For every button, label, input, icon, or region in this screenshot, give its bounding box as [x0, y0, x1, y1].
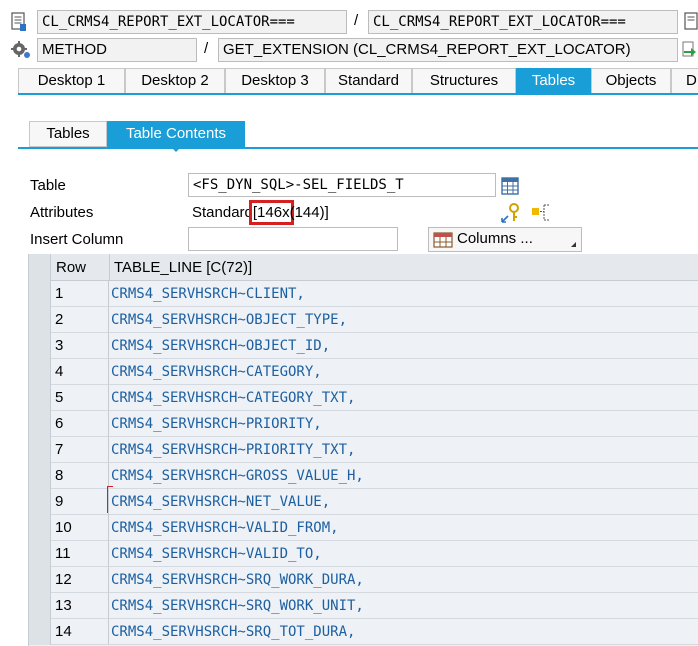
- table-row-value[interactable]: CRMS4_SERVHSRCH~OBJECT_TYPE,: [109, 307, 698, 333]
- table-row-value[interactable]: CRMS4_SERVHSRCH~SRQ_WORK_UNIT,: [109, 593, 698, 619]
- table-row-value[interactable]: CRMS4_SERVHSRCH~VALID_TO,: [109, 541, 698, 567]
- row-selector[interactable]: [29, 307, 51, 333]
- subtab-underline: [18, 147, 698, 149]
- subtab-table-contents[interactable]: Table Contents: [107, 121, 245, 147]
- row-selector[interactable]: [29, 567, 51, 593]
- tab-desktop-2[interactable]: Desktop 2: [125, 68, 225, 94]
- tab-desktop-3[interactable]: Desktop 3: [225, 68, 325, 94]
- method-field[interactable]: GET_EXTENSION (CL_CRMS4_REPORT_EXT_LOCAT…: [218, 38, 678, 62]
- object-field-1[interactable]: CL_CRMS4_REPORT_EXT_LOCATOR===: [37, 10, 347, 34]
- columns-button[interactable]: Columns ...: [428, 227, 582, 252]
- attributes-label: Attributes: [30, 204, 94, 221]
- header-table-line[interactable]: TABLE_LINE [C(72)]: [114, 254, 252, 281]
- table-row-value[interactable]: CRMS4_SERVHSRCH~PRIORITY_TXT,: [109, 437, 698, 463]
- header-divider: [109, 254, 110, 281]
- gear-icon[interactable]: [10, 40, 32, 60]
- row-selector[interactable]: [29, 281, 51, 307]
- table-name-field[interactable]: <FS_DYN_SQL>-SEL_FIELDS_T: [188, 173, 496, 197]
- table-row-number[interactable]: 11: [51, 541, 109, 567]
- table-view-icon[interactable]: [501, 177, 519, 195]
- row-selector[interactable]: [29, 359, 51, 385]
- table-row-value[interactable]: CRMS4_SERVHSRCH~NET_VALUE,: [109, 489, 698, 515]
- row-selector[interactable]: [29, 463, 51, 489]
- table-row-value[interactable]: CRMS4_SERVHSRCH~GROSS_VALUE_H,: [109, 463, 698, 489]
- table-row-number[interactable]: 10: [51, 515, 109, 541]
- tab-standard[interactable]: Standard: [325, 68, 412, 94]
- dropdown-triangle-icon: [571, 242, 576, 247]
- row-selector[interactable]: [29, 437, 51, 463]
- document-icon[interactable]: [11, 12, 27, 32]
- row-selector[interactable]: [29, 385, 51, 411]
- columns-button-label: Columns ...: [457, 230, 533, 247]
- tab-structures[interactable]: Structures: [412, 68, 516, 94]
- table-row-number[interactable]: 1: [51, 281, 109, 307]
- header-select-all[interactable]: [29, 254, 51, 281]
- row-selector[interactable]: [29, 619, 51, 645]
- header-row[interactable]: Row: [56, 254, 86, 281]
- table-row-value[interactable]: CRMS4_SERVHSRCH~OBJECT_ID,: [109, 333, 698, 359]
- table-row-number[interactable]: 3: [51, 333, 109, 359]
- row-selector[interactable]: [29, 489, 51, 515]
- attributes-highlight: [146x: [248, 200, 294, 225]
- tab-objects[interactable]: Objects: [591, 68, 671, 94]
- attributes-suffix: (144)]: [289, 204, 329, 221]
- tab-desktop-1[interactable]: Desktop 1: [18, 68, 125, 94]
- subtab-tables[interactable]: Tables: [29, 121, 107, 147]
- table-label: Table: [30, 177, 66, 194]
- tab-tables[interactable]: Tables: [516, 68, 591, 94]
- table-row-number[interactable]: 2: [51, 307, 109, 333]
- table-row-value[interactable]: CRMS4_SERVHSRCH~CLIENT,: [109, 281, 698, 307]
- tab-underline: [18, 93, 698, 95]
- table-contents-grid: Row TABLE_LINE [C(72)] 1 CRMS4_SERVHSRCH~…: [28, 254, 698, 646]
- active-subtab-pointer: [170, 146, 182, 152]
- table-row-number[interactable]: 9: [51, 489, 109, 515]
- row-selector[interactable]: [29, 411, 51, 437]
- table-row-number[interactable]: 6: [51, 411, 109, 437]
- table-row-number[interactable]: 5: [51, 385, 109, 411]
- row-selector[interactable]: [29, 541, 51, 567]
- table-row-value[interactable]: CRMS4_SERVHSRCH~SRQ_TOT_DURA,: [109, 619, 698, 645]
- insert-column-label: Insert Column: [30, 231, 124, 248]
- type-field[interactable]: METHOD: [37, 38, 197, 62]
- columns-icon: [433, 232, 453, 248]
- attributes-value: Standard[146x(144)]: [192, 200, 329, 225]
- table-row-value[interactable]: CRMS4_SERVHSRCH~VALID_FROM,: [109, 515, 698, 541]
- separator-slash-1: /: [354, 12, 359, 29]
- table-row-value[interactable]: CRMS4_SERVHSRCH~PRIORITY,: [109, 411, 698, 437]
- row-selector[interactable]: [29, 515, 51, 541]
- row-selector[interactable]: [29, 593, 51, 619]
- table-row-value[interactable]: CRMS4_SERVHSRCH~CATEGORY,: [109, 359, 698, 385]
- key-icon[interactable]: [500, 202, 522, 224]
- attributes-prefix: Standard: [192, 204, 253, 221]
- separator-slash-2: /: [204, 40, 209, 57]
- table-row-number[interactable]: 4: [51, 359, 109, 385]
- table-row-value[interactable]: CRMS4_SERVHSRCH~CATEGORY_TXT,: [109, 385, 698, 411]
- table-row-number[interactable]: 8: [51, 463, 109, 489]
- insert-column-field[interactable]: [188, 227, 398, 251]
- cell-cursor: [107, 486, 113, 513]
- tab-d[interactable]: D: [671, 68, 698, 94]
- green-arrow-icon[interactable]: [682, 40, 698, 60]
- table-row-number[interactable]: 12: [51, 567, 109, 593]
- table-row-number[interactable]: 7: [51, 437, 109, 463]
- row-selector[interactable]: [29, 333, 51, 359]
- grid-header: Row TABLE_LINE [C(72)]: [29, 254, 698, 281]
- document-icon-right[interactable]: [684, 12, 698, 32]
- table-row-value[interactable]: CRMS4_SERVHSRCH~SRQ_WORK_DURA,: [109, 567, 698, 593]
- object-field-2[interactable]: CL_CRMS4_REPORT_EXT_LOCATOR===: [368, 10, 678, 34]
- table-row-number[interactable]: 14: [51, 619, 109, 645]
- hierarchy-icon[interactable]: [530, 202, 552, 224]
- table-row-number[interactable]: 13: [51, 593, 109, 619]
